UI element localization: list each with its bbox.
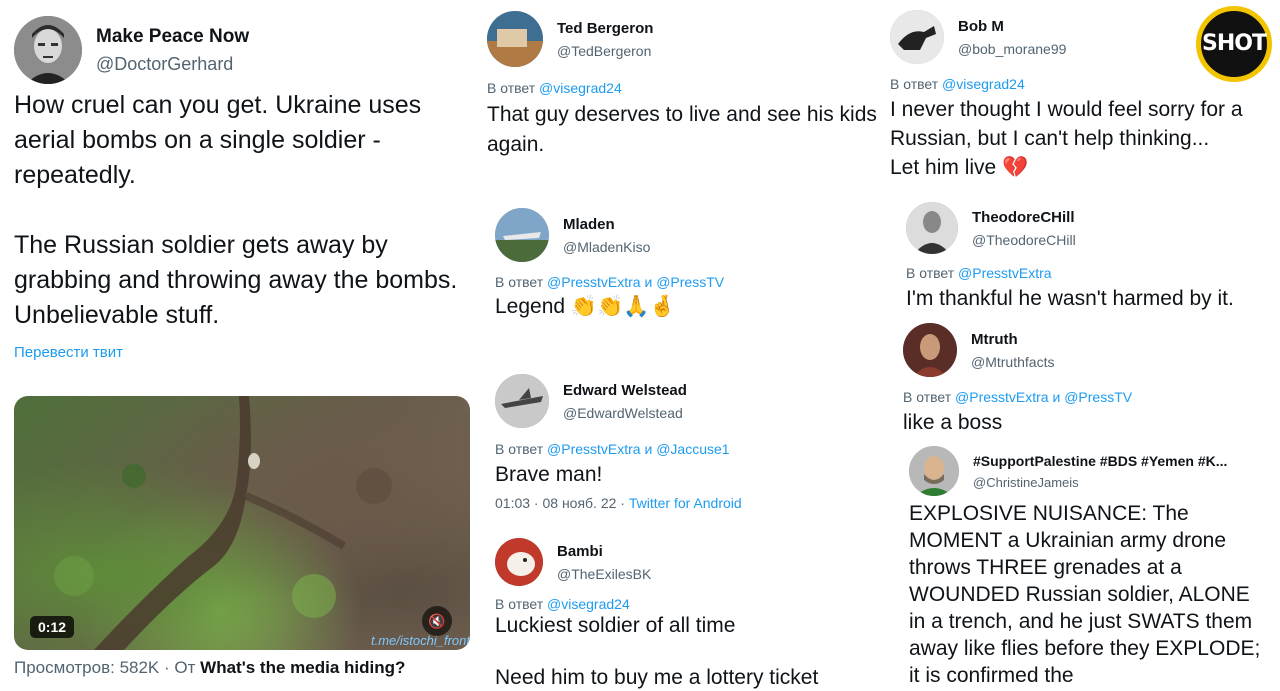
- reply-header: Mtruth @Mtruthfacts: [903, 323, 1054, 377]
- reply-to: В ответ @PresstvExtra и @Jaccuse1: [495, 441, 730, 457]
- user-handle[interactable]: @Mtruthfacts: [971, 354, 1054, 370]
- view-count: Просмотров: 582K · От What's the media h…: [14, 658, 405, 678]
- display-name[interactable]: Mladen: [563, 216, 650, 233]
- clap-icon: 👏👏: [570, 295, 624, 318]
- reply-to: В ответ @PresstvExtra: [906, 265, 1052, 281]
- tweet-timestamp[interactable]: 01:03 · 08 нояб. 22 ·: [495, 495, 625, 511]
- video-player[interactable]: 0:12 t.me/istochi_front 🔇: [14, 396, 470, 650]
- reply-header: TheodoreCHill @TheodoreCHill: [906, 202, 1076, 254]
- tweet-text: That guy deserves to live and see his ki…: [487, 103, 877, 156]
- avatar[interactable]: [495, 208, 549, 262]
- reply-header: Mladen @MladenKiso: [495, 208, 650, 262]
- reply-mention[interactable]: @PresstvExtra и @PressTV: [955, 389, 1132, 405]
- user-handle[interactable]: @MladenKiso: [563, 239, 650, 255]
- avatar[interactable]: [903, 323, 957, 377]
- reply-mention[interactable]: @PresstvExtra и @Jaccuse1: [547, 441, 730, 457]
- broken-heart-icon: 💔: [1002, 156, 1029, 179]
- tweet-header: Make Peace Now @DoctorGerhard: [14, 16, 249, 84]
- fingers-crossed-icon: 🤞: [649, 295, 676, 318]
- avatar[interactable]: [14, 16, 82, 84]
- reply-mention[interactable]: @visegrad24: [539, 80, 622, 96]
- user-handle[interactable]: @ChristineJameis: [973, 475, 1227, 490]
- tweet-text: Legend 👏👏🙏🤞: [495, 292, 795, 322]
- reply-mention[interactable]: @visegrad24: [547, 596, 630, 612]
- user-handle[interactable]: @TheodoreCHill: [972, 232, 1076, 248]
- display-name[interactable]: Edward Welstead: [563, 382, 687, 399]
- reply-mention[interactable]: @PresstvExtra: [958, 265, 1052, 281]
- views-label: Просмотров: 582K: [14, 658, 160, 677]
- display-name[interactable]: TheodoreCHill: [972, 209, 1076, 226]
- display-name[interactable]: Bambi: [557, 543, 651, 560]
- tweet-text: like a boss: [903, 411, 1003, 434]
- reply-to: В ответ @visegrad24: [487, 80, 622, 96]
- reply-mention[interactable]: @visegrad24: [942, 76, 1025, 92]
- tweet-text: Brave man!: [495, 463, 603, 486]
- tweet-text: I'm thankful he wasn't harmed by it.: [906, 287, 1234, 310]
- reply-to: В ответ @visegrad24: [495, 596, 630, 612]
- user-handle[interactable]: @TedBergeron: [557, 43, 653, 59]
- reply-to: В ответ @visegrad24: [890, 76, 1025, 92]
- display-name[interactable]: Make Peace Now: [96, 26, 249, 48]
- tweet-text: I never thought I would feel sorry for a…: [890, 95, 1270, 182]
- reply-header: #SupportPalestine #BDS #Yemen #K... @Chr…: [909, 446, 1227, 496]
- reply-header: Bob M @bob_morane99: [890, 10, 1066, 64]
- reply-header: Edward Welstead @EdwardWelstead: [495, 374, 687, 428]
- translate-link[interactable]: Перевести твит: [14, 344, 123, 361]
- avatar[interactable]: [890, 10, 944, 64]
- avatar[interactable]: [909, 446, 959, 496]
- video-thumbnail: [54, 396, 392, 650]
- user-handle[interactable]: @TheExilesBK: [557, 566, 651, 582]
- reply-mention[interactable]: @PresstvExtra и @PressTV: [547, 274, 724, 290]
- avatar[interactable]: [495, 374, 549, 428]
- tweet-text: EXPLOSIVE NUISANCE: The MOMENT a Ukraini…: [909, 502, 1261, 687]
- user-handle[interactable]: @EdwardWelstead: [563, 405, 687, 421]
- pray-icon: 🙏: [623, 295, 650, 318]
- tweet-meta: 01:03 · 08 нояб. 22 · Twitter for Androi…: [495, 495, 742, 511]
- display-name[interactable]: #SupportPalestine #BDS #Yemen #K...: [973, 453, 1227, 469]
- tweet-source[interactable]: Twitter for Android: [629, 495, 742, 511]
- mute-icon[interactable]: 🔇: [422, 606, 452, 636]
- tweet-text: How cruel can you get. Ukraine uses aeri…: [14, 91, 458, 329]
- views-source[interactable]: What's the media hiding?: [200, 658, 405, 677]
- watermark: t.me/istochi_front: [371, 633, 470, 648]
- reply-to: В ответ @PresstvExtra и @PressTV: [903, 389, 1133, 405]
- avatar[interactable]: [487, 11, 543, 67]
- views-from: · От: [164, 658, 196, 677]
- avatar[interactable]: [495, 538, 543, 586]
- video-duration: 0:12: [30, 616, 75, 638]
- reply-to: В ответ @PresstvExtra и @PressTV: [495, 274, 725, 290]
- user-handle[interactable]: @bob_morane99: [958, 41, 1066, 57]
- tweet-text: Luckiest soldier of all time Need him to…: [495, 614, 819, 689]
- display-name[interactable]: Bob M: [958, 18, 1066, 35]
- reply-header: Ted Bergeron @TedBergeron: [487, 11, 653, 67]
- shot-logo: SHOT: [1196, 6, 1272, 82]
- reply-header: Bambi @TheExilesBK: [495, 538, 651, 586]
- display-name[interactable]: Mtruth: [971, 331, 1054, 348]
- avatar[interactable]: [906, 202, 958, 254]
- display-name[interactable]: Ted Bergeron: [557, 20, 653, 37]
- user-handle[interactable]: @DoctorGerhard: [96, 54, 249, 75]
